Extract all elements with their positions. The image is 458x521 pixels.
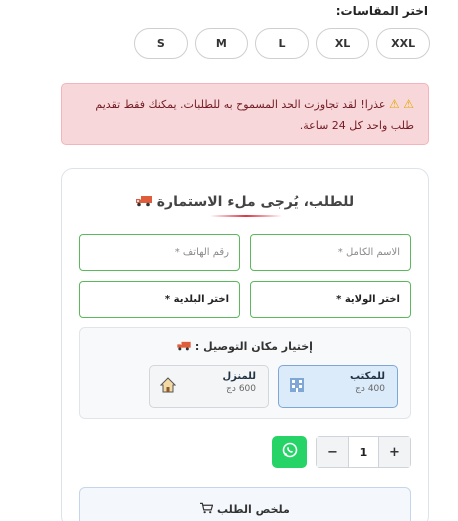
- size-options: S M L XL XXL: [134, 28, 430, 59]
- warning-icon: ⚠: [403, 97, 414, 111]
- office-building-icon: [289, 377, 305, 397]
- summary-title-text: ملخص الطلب: [217, 503, 290, 516]
- quantity-stepper: − 1 +: [316, 436, 411, 468]
- delivery-option-office[interactable]: للمكتب 400 دج: [278, 365, 398, 408]
- size-button-xl[interactable]: XL: [315, 28, 370, 59]
- warning-icon: ⚠: [388, 97, 400, 111]
- quantity-value[interactable]: 1: [348, 437, 379, 467]
- alert-text-1: عذرا! لقد تجاوزت الحد المسموح به للطلبات…: [95, 98, 386, 111]
- quantity-decrease-button[interactable]: −: [317, 437, 348, 467]
- delivery-section: إختيار مكان التوصيل : للمكتب 400 دج للمن…: [79, 327, 411, 419]
- wilaya-select[interactable]: اختر الولاية *: [250, 281, 411, 318]
- form-title-text: للطلب، يُرجى ملء الاستمارة: [156, 194, 355, 210]
- commune-select[interactable]: اختر البلدية *: [79, 281, 240, 318]
- whatsapp-button[interactable]: [272, 436, 307, 468]
- truck-icon: [135, 194, 152, 210]
- alert-text-2: طلب واحد كل 24 ساعة.: [299, 119, 414, 132]
- form-title: للطلب، يُرجى ملء الاستمارة: [62, 194, 428, 210]
- truck-icon: [177, 340, 191, 353]
- title-underline: [210, 215, 282, 217]
- quantity-increase-button[interactable]: +: [379, 437, 410, 467]
- delivery-option-home[interactable]: للمنزل 600 دج: [149, 365, 269, 408]
- size-button-l[interactable]: L: [255, 28, 309, 59]
- size-button-s[interactable]: S: [134, 28, 188, 59]
- sizes-label: اختر المقاسات:: [335, 4, 428, 18]
- alert-line-1: ⚠ ⚠ عذرا! لقد تجاوزت الحد المسموح به للط…: [76, 94, 414, 115]
- order-form-card: للطلب، يُرجى ملء الاستمارة الاسم الكامل …: [61, 168, 429, 521]
- whatsapp-icon: [282, 442, 298, 462]
- order-limit-alert: ⚠ ⚠ عذرا! لقد تجاوزت الحد المسموح به للط…: [61, 83, 429, 145]
- house-icon: [159, 377, 177, 397]
- delivery-title: إختيار مكان التوصيل :: [80, 340, 410, 353]
- cart-icon: [200, 502, 214, 516]
- order-summary: ملخص الطلب: [79, 487, 411, 521]
- summary-title: ملخص الطلب: [80, 502, 410, 516]
- delivery-title-text: إختيار مكان التوصيل :: [194, 340, 313, 353]
- size-button-xxl[interactable]: XXL: [376, 28, 430, 59]
- fullname-input[interactable]: الاسم الكامل *: [250, 234, 411, 271]
- size-button-m[interactable]: M: [194, 28, 249, 59]
- phone-input[interactable]: رقم الهاتف *: [79, 234, 240, 271]
